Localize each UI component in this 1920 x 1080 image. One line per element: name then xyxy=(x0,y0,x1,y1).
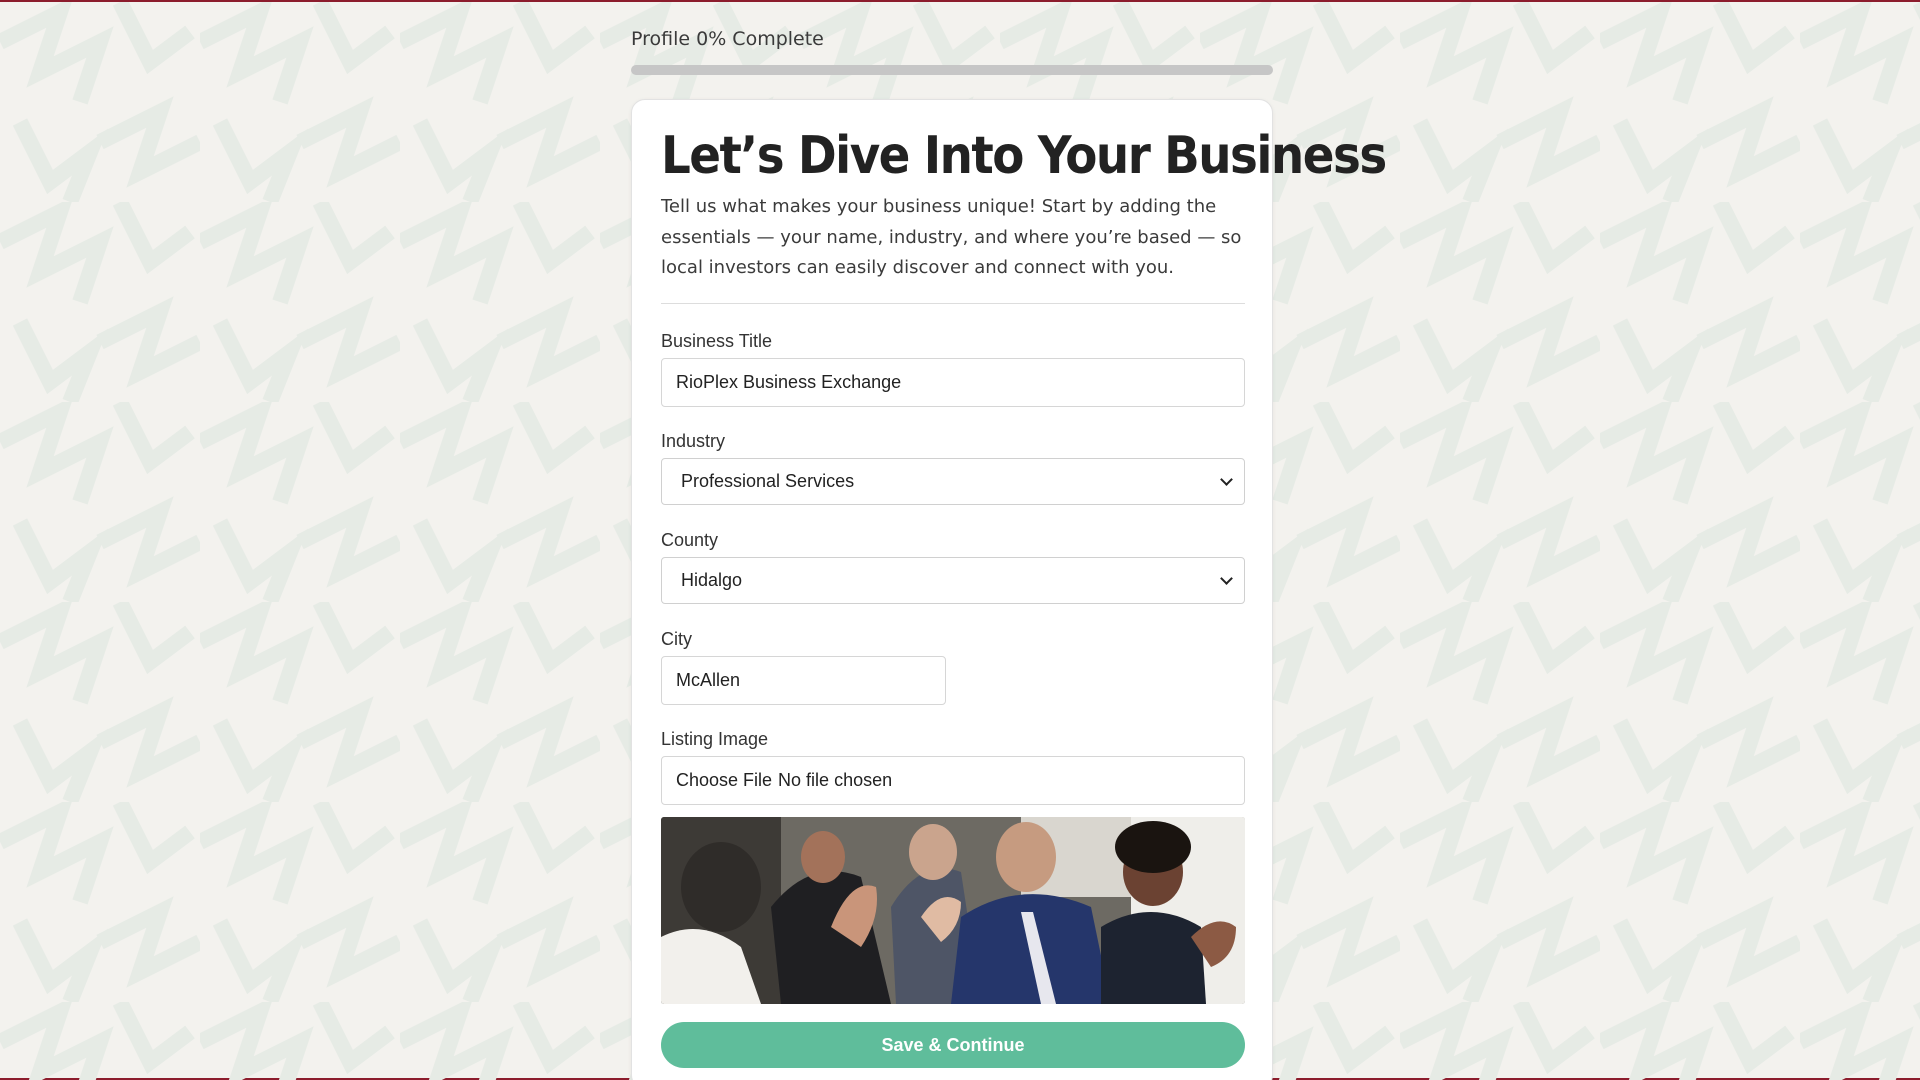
listing-image-input[interactable]: Choose File No file chosen xyxy=(661,756,1245,805)
business-title-label: Business Title xyxy=(661,331,773,351)
industry-select[interactable]: Professional Services xyxy=(661,458,1245,505)
listing-image-preview xyxy=(661,817,1245,1004)
business-title-value: RioPlex Business Exchange xyxy=(676,372,902,392)
industry-selected-value: Professional Services xyxy=(681,471,855,491)
city-input[interactable]: McAllen xyxy=(661,656,946,705)
divider xyxy=(661,303,1245,304)
save-continue-button[interactable]: Save & Continue xyxy=(661,1022,1245,1068)
chevron-down-icon xyxy=(1220,571,1233,585)
county-selected-value: Hidalgo xyxy=(681,570,743,590)
intro-text: Tell us what makes your business unique!… xyxy=(661,196,1242,278)
chevron-down-icon xyxy=(1220,472,1233,486)
progress-bar xyxy=(631,65,1273,75)
county-select[interactable]: Hidalgo xyxy=(661,557,1245,604)
city-value: McAllen xyxy=(676,670,741,690)
business-title-input[interactable]: RioPlex Business Exchange xyxy=(661,358,1245,407)
progress-label: Profile 0% Complete xyxy=(631,28,824,50)
page-title: Let’s Dive Into Your Business xyxy=(661,126,1387,186)
file-status: No file chosen xyxy=(778,770,893,790)
choose-file-button[interactable]: Choose File xyxy=(676,770,772,791)
city-label: City xyxy=(661,629,692,649)
county-label: County xyxy=(661,530,719,550)
listing-image-label: Listing Image xyxy=(661,729,769,749)
industry-label: Industry xyxy=(661,431,726,451)
business-form-card: Let’s Dive Into Your Business Tell us wh… xyxy=(631,99,1387,1080)
